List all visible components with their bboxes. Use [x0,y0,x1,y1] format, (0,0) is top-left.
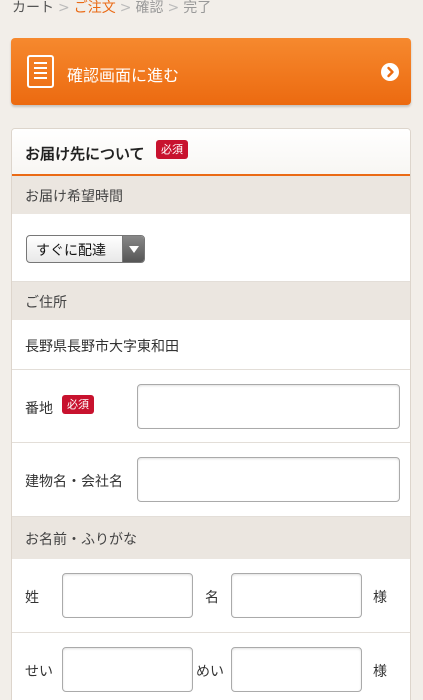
breadcrumb-separator: > [167,0,180,16]
chevron-down-icon [122,236,144,262]
mei-kana-input[interactable] [231,647,362,692]
banchi-row: 番地 必須 [12,370,410,443]
building-row: 建物名・会社名 [12,443,410,517]
address-city-row: 長野県長野市大字東和田 [12,320,410,370]
breadcrumb-order: ご注文 [73,0,116,16]
name-kana-row: せい めい 様 [12,633,410,700]
card-title: お届け先について [12,129,410,176]
breadcrumb-separator: > [119,0,132,16]
sei-kana-input[interactable] [62,647,193,692]
proceed-to-confirm-button[interactable]: 確認画面に進む [11,38,411,105]
breadcrumb-confirm: 確認 [135,0,164,16]
mei-input[interactable] [231,573,362,618]
required-badge: 必須 [62,395,94,414]
banchi-label: 番地 [25,401,53,417]
sama-label: 様 [373,590,387,606]
delivery-time-heading: お届け希望時間 [12,176,410,214]
delivery-address-card: お届け先について お届け希望時間 すぐに配達 ご住所 長野県長野市大字東和田 番… [11,128,411,700]
building-label: 建物名・会社名 [25,474,123,490]
delivery-time-select[interactable]: すぐに配達 [26,235,145,263]
breadcrumb-separator: > [58,0,70,16]
sei-label: 姓 [25,590,39,606]
building-input[interactable] [137,457,400,502]
breadcrumb-complete: 完了 [183,0,212,16]
banchi-input[interactable] [137,384,400,429]
address-city: 長野県長野市大字東和田 [25,339,179,355]
address-heading: ご住所 [12,282,410,320]
delivery-time-selected: すぐに配達 [36,243,106,259]
name-heading-row: お名前・ふりがな 必須 [12,140,410,559]
name-heading: お名前・ふりがな [25,532,137,548]
sei-kana-label: せい [25,664,53,680]
breadcrumb: カート > ご注文 > 確認 > 完了 [12,0,211,18]
breadcrumb-cart[interactable]: カート [12,0,54,16]
delivery-time-row: すぐに配達 [12,214,410,282]
chevron-right-icon [381,63,399,81]
proceed-to-confirm-label: 確認画面に進む [67,66,180,85]
sama-kana-label: 様 [373,664,387,680]
sei-input[interactable] [62,573,193,618]
name-row: 姓 名 様 [12,559,410,633]
mei-label: 名 [205,590,219,606]
required-badge: 必須 [156,140,188,159]
document-icon [27,55,54,88]
mei-kana-label: めい [196,664,224,680]
